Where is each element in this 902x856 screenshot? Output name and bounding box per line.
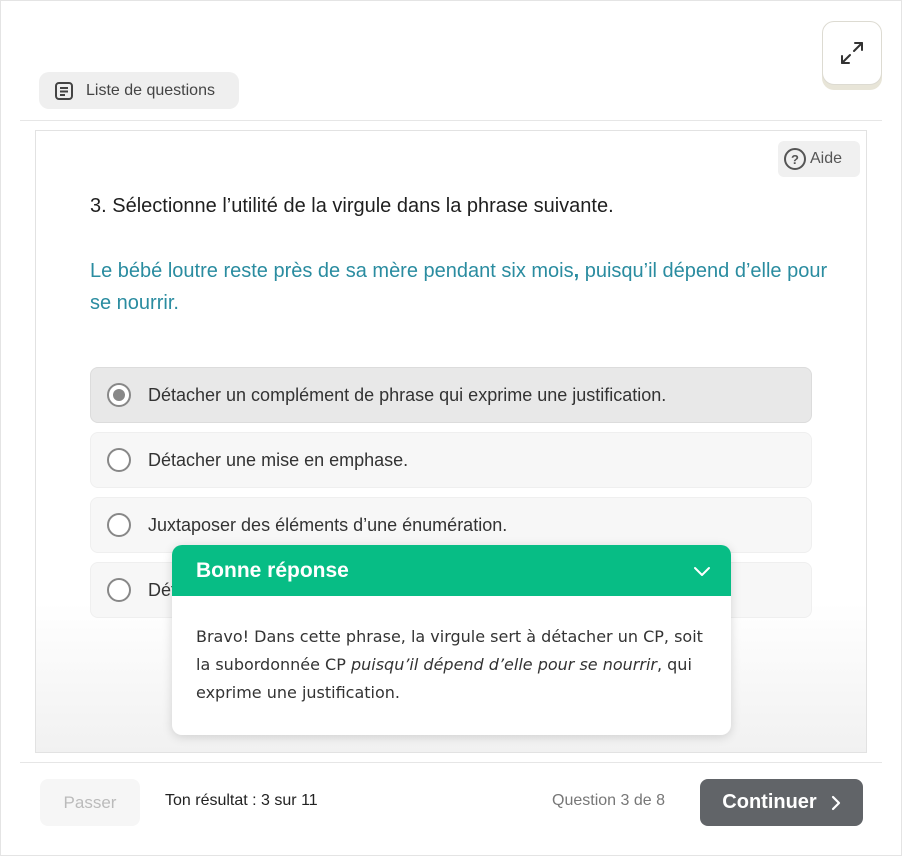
answer-option-2[interactable]: Détacher une mise en emphase. (90, 432, 812, 488)
radio-icon[interactable] (107, 578, 131, 602)
feedback-text: Bravo! Dans cette phrase, la virgule ser… (172, 596, 731, 707)
chevron-right-icon (831, 795, 840, 810)
answer-option-label: Détacher un complément de phrase qui exp… (148, 384, 667, 405)
result-text: Ton résultat : 3 sur 11 (165, 792, 318, 809)
help-icon: ? (784, 148, 806, 170)
answer-option-1[interactable]: Détacher un complément de phrase qui exp… (90, 367, 812, 423)
help-label: Aide (810, 150, 843, 167)
expand-arrows-icon (841, 42, 863, 64)
feedback-header[interactable]: Bonne réponse (172, 545, 731, 596)
expand-button[interactable] (822, 21, 882, 85)
feedback-panel: Bonne réponse Bravo! Dans cette phrase, … (172, 545, 731, 735)
bottom-divider (20, 762, 882, 763)
radio-selected-icon[interactable] (107, 383, 131, 407)
list-document-icon (55, 81, 73, 100)
top-divider (20, 120, 882, 121)
feedback-text-italic: puisqu’il dépend d’elle pour se nourrir (350, 655, 657, 674)
feedback-title: Bonne réponse (196, 558, 349, 582)
question-list-button[interactable]: Liste de questions (39, 72, 239, 109)
question-list-label: Liste de questions (86, 81, 215, 99)
question-counter: Question 3 de 8 (552, 792, 665, 809)
question-title: 3. Sélectionne l’utilité de la virgule d… (90, 195, 614, 217)
radio-icon[interactable] (107, 448, 131, 472)
continue-button[interactable]: Continuer (700, 779, 863, 826)
radio-icon[interactable] (107, 513, 131, 537)
answer-option-label: Juxtaposer des éléments d’une énumératio… (148, 514, 508, 535)
chevron-down-icon[interactable] (693, 565, 711, 577)
sentence-part-1: Le bébé loutre reste près de sa mère pen… (90, 260, 574, 282)
help-button[interactable]: ? Aide (778, 141, 860, 177)
question-sentence: Le bébé loutre reste près de sa mère pen… (90, 255, 830, 319)
answer-option-label: Détacher une mise en emphase. (148, 449, 409, 470)
skip-button[interactable]: Passer (40, 779, 140, 826)
continue-label: Continuer (722, 791, 817, 813)
